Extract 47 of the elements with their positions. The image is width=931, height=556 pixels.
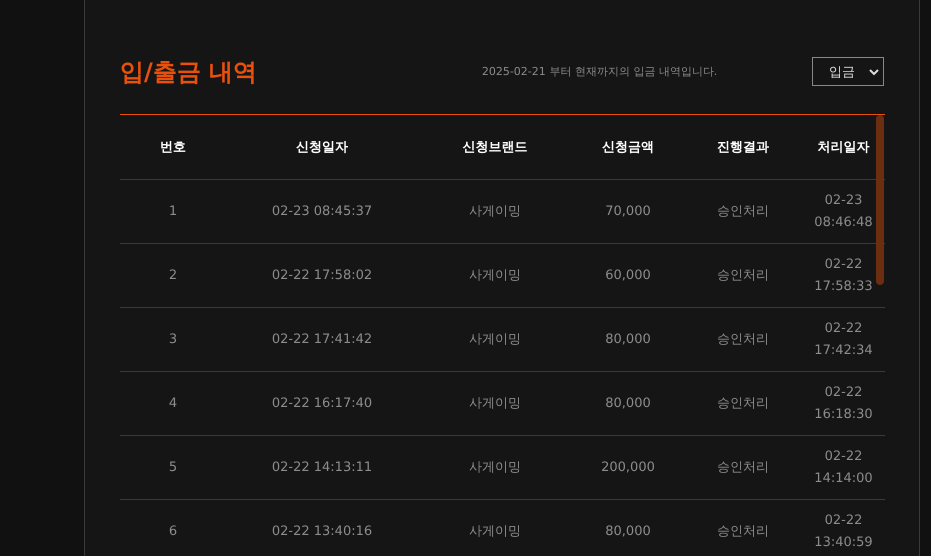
chevron-icon: [868, 68, 879, 76]
table-cell-text: 02-23 08:46:48: [814, 192, 874, 232]
table-cell-text: 4: [168, 394, 178, 412]
table-cell-text: 02-22 16:17:40: [270, 394, 374, 412]
table-cell-text: 승인처리: [716, 202, 770, 220]
table-cell-text: 02-22 13:40:59: [814, 512, 874, 552]
scrollbar-thumb[interactable]: [876, 115, 884, 285]
table-cell-text: 80,000: [604, 394, 652, 412]
table-cell-text: 02-22 14:14:00: [814, 448, 874, 488]
column-header: 신청브랜드: [462, 139, 528, 156]
table-cell-text: 승인처리: [716, 330, 770, 348]
table-cell-text: 02-22 17:58:02: [270, 266, 374, 284]
table-cell-text: 02-22 17:42:34: [814, 320, 874, 360]
period-notice: 2025-02-21 부터 현재까지의 입금 내역입니다.: [482, 64, 718, 79]
table-cell-text: 80,000: [604, 330, 652, 348]
table-cell-text: 80,000: [604, 522, 652, 540]
table-cell-text: 승인처리: [716, 458, 770, 476]
table-cell-text: 승인처리: [716, 266, 770, 284]
column-header: 번호: [159, 139, 187, 156]
table-cell-text: 02-23 08:45:37: [270, 202, 374, 220]
table-cell-text: 60,000: [604, 266, 652, 284]
table-cell-text: 02-22 14:13:11: [270, 458, 374, 476]
type-select[interactable]: 입금: [812, 57, 884, 86]
table-cell-text: 02-22 16:18:30: [814, 384, 874, 424]
table-cell-text: 사게이밍: [468, 394, 522, 412]
column-header: 진행결과: [716, 139, 770, 156]
table-cell-text: 6: [168, 522, 178, 540]
column-header: 처리일자: [816, 139, 870, 156]
table-cell-text: 1: [168, 202, 178, 220]
table-cell-text: 5: [168, 458, 178, 476]
table-cell-text: 70,000: [604, 202, 652, 220]
table-cell-text: 사게이밍: [468, 266, 522, 284]
table-cell-text: 02-22 17:41:42: [270, 330, 374, 348]
column-header: 신청일자: [295, 139, 349, 156]
table-cell-text: 02-22 17:58:33: [814, 256, 874, 296]
table-cell-text: 사게이밍: [468, 458, 522, 476]
table-cell-text: 사게이밍: [468, 330, 522, 348]
table-cell-text: 3: [168, 330, 178, 348]
table-cell-text: 승인처리: [716, 394, 770, 412]
table-cell-text: 200,000: [600, 458, 656, 476]
table-cell-text: 승인처리: [716, 522, 770, 540]
table-cell-text: 02-22 13:40:16: [270, 522, 374, 540]
page-title: 입/출금 내역: [120, 56, 258, 88]
column-header: 신청금액: [601, 139, 655, 156]
table-cell-text: 사게이밍: [468, 522, 522, 540]
table-cell-text: 2: [168, 266, 178, 284]
table-cell-text: 사게이밍: [468, 202, 522, 220]
